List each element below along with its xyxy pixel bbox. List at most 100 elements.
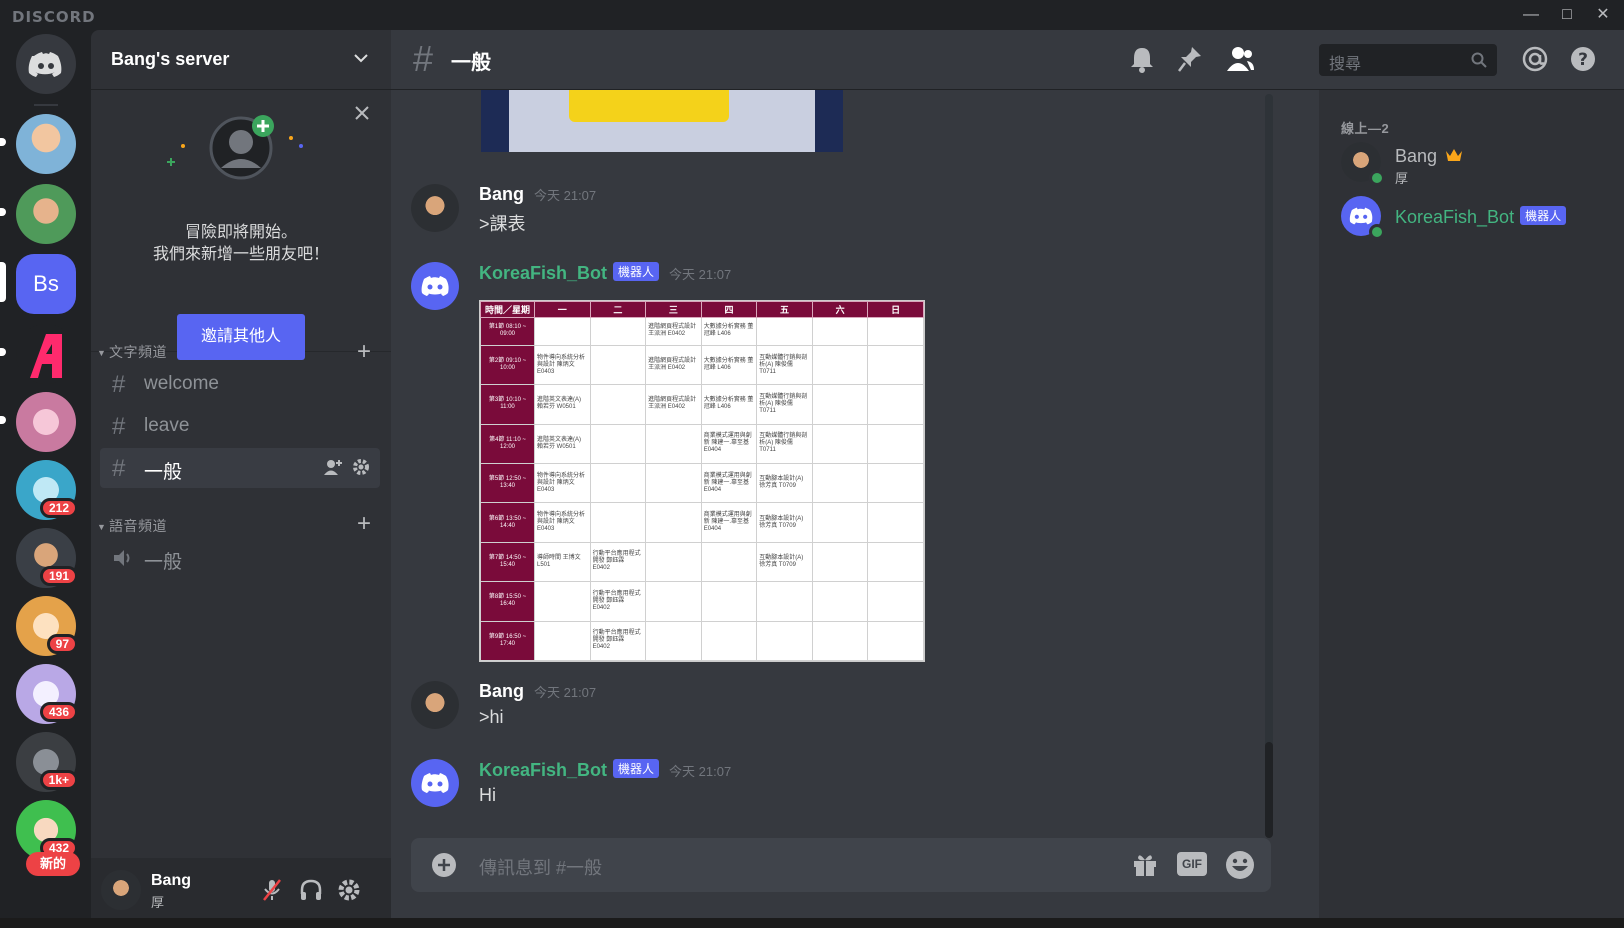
schedule-table: 時間／星期 一 二 三 四 五 六 日 第1節 08:10 ~ 09:00 進階網…: [480, 301, 924, 662]
schedule-time-slot: 第7節 14:50 ~ 15:40: [480, 541, 535, 583]
search-box[interactable]: 搜尋: [1319, 44, 1497, 76]
mute-microphone-icon[interactable]: [261, 878, 283, 902]
avatar[interactable]: [411, 681, 459, 729]
create-voice-channel-button[interactable]: +: [357, 512, 371, 536]
schedule-cell: [811, 317, 869, 346]
schedule-row: 第5節 12:50 ~ 13:40 物件導向系統分析與設計 陳炳文 E0403 商業…: [480, 463, 924, 504]
schedule-header-cell: 一: [534, 301, 591, 318]
schedule-cell: 商業模式運用與創新 陳建一.辜至基 E0404: [700, 502, 758, 543]
current-user-status: 厚: [151, 895, 165, 910]
unread-pip: [0, 138, 6, 146]
crown-icon: [1446, 149, 1463, 161]
guild-avatar-1[interactable]: [16, 114, 76, 174]
headphones-icon[interactable]: [299, 878, 323, 902]
channel-item-leave[interactable]: # leave: [100, 406, 380, 446]
guild-avatar-5[interactable]: [16, 392, 76, 452]
pin-icon[interactable]: [1177, 45, 1203, 73]
channel-header: # 一般 搜尋 ?: [391, 30, 1624, 90]
scrollbar-thumb[interactable]: [1265, 742, 1273, 838]
schedule-cell: [589, 502, 647, 543]
avatar[interactable]: [411, 184, 459, 232]
schedule-cell: [589, 317, 647, 346]
chat-scrollbar[interactable]: [1265, 94, 1273, 838]
emoji-icon[interactable]: [1225, 850, 1255, 880]
guild-avatar-2[interactable]: [16, 184, 76, 244]
message-author[interactable]: Bang: [479, 681, 524, 701]
schedule-time-slot: 第3節 10:10 ~ 11:00: [480, 384, 535, 425]
channel-name: 一般: [144, 552, 183, 573]
bell-icon[interactable]: [1129, 45, 1155, 73]
maximize-icon[interactable]: □: [1556, 4, 1578, 26]
schedule-cell: [867, 581, 924, 622]
avatar[interactable]: [411, 262, 459, 310]
channel-item-welcome[interactable]: # welcome: [100, 364, 380, 404]
schedule-cell: [534, 317, 591, 346]
guild-red-a[interactable]: [16, 324, 76, 384]
schedule-header-cell: 四: [700, 301, 758, 318]
new-messages-pill[interactable]: 新的: [26, 852, 80, 876]
schedule-cell: 商業模式運用與創新 陳建一.辜至基 E0404: [700, 463, 758, 504]
current-username: Bang: [151, 872, 191, 889]
schedule-cell: 物件導向系統分析與設計 陳炳文 E0403: [534, 463, 591, 504]
create-text-channel-button[interactable]: +: [357, 340, 371, 364]
schedule-cell: 進階英文表達(A) 賴若芬 W0501: [534, 423, 591, 465]
schedule-cell: [811, 502, 869, 543]
app-brand: DISCORD: [12, 8, 96, 26]
gear-icon[interactable]: [352, 458, 370, 476]
close-icon[interactable]: [353, 104, 371, 122]
minimize-icon[interactable]: —: [1520, 4, 1542, 26]
channel-item-general[interactable]: # 一般: [100, 448, 380, 488]
schedule-row: 第1節 08:10 ~ 09:00 進階網頁程式設計 王派洲 E0402 大數據分析…: [480, 317, 924, 346]
voice-category-header[interactable]: ▼ 語音頻道: [97, 516, 167, 536]
schedule-cell: [867, 502, 924, 543]
avatar[interactable]: [101, 870, 141, 910]
home-button[interactable]: [16, 34, 76, 94]
guild-bs[interactable]: Bs: [16, 254, 76, 314]
schedule-row: 第9節 16:50 ~ 17:40 行動平台應用程式開發 鄭鈺霖 E0402: [480, 620, 924, 662]
member-item[interactable]: Bang 厚: [1341, 142, 1611, 192]
search-input[interactable]: 搜尋: [1329, 50, 1361, 74]
schedule-header-cell: 六: [811, 301, 869, 318]
schedule-header-cell: 二: [589, 301, 647, 318]
gift-icon[interactable]: [1131, 850, 1159, 878]
message-author[interactable]: KoreaFish_Bot: [479, 760, 607, 780]
bot-tag: 機器人: [1520, 206, 1567, 225]
invite-people-button[interactable]: 邀請其他人: [177, 314, 305, 360]
channel-sidebar: Bang's server 冒險即將開始。 我們來新增一些朋友吧！ 邀請其他人 …: [91, 30, 391, 928]
schedule-cell: 互動媒體行銷與剖析(A) 陳俊儒 T0711: [756, 423, 813, 465]
schedule-cell: [811, 620, 869, 662]
schedule-cell: 行動平台應用程式開發 鄭鈺霖 E0402: [589, 541, 647, 583]
previous-image-attachment[interactable]: [481, 90, 843, 152]
mentions-at-icon[interactable]: [1521, 45, 1549, 73]
server-header[interactable]: Bang's server: [91, 30, 391, 90]
schedule-cell: [811, 384, 869, 425]
create-invite-icon[interactable]: [323, 458, 343, 476]
svg-text:?: ?: [1578, 50, 1588, 70]
schedule-row: 第7節 14:50 ~ 15:40 導師時間 王博文 L501 行動平台應用程式開發…: [480, 541, 924, 583]
schedule-cell: [645, 502, 702, 543]
avatar[interactable]: [411, 759, 459, 807]
message-author[interactable]: Bang: [479, 184, 524, 204]
member-name: KoreaFish_Bot: [1395, 207, 1515, 227]
schedule-cell: 行動平台應用程式開發 鄭鈺霖 E0402: [589, 620, 647, 662]
text-category-header[interactable]: ▼ 文字頻道: [97, 342, 167, 362]
mention-badge: 191: [39, 566, 78, 586]
help-icon[interactable]: ?: [1569, 45, 1597, 73]
unread-pip: [0, 348, 6, 356]
close-window-icon[interactable]: ✕: [1592, 4, 1614, 26]
gif-button[interactable]: GIF: [1177, 852, 1207, 876]
member-list-icon[interactable]: [1225, 45, 1255, 73]
channel-name: leave: [144, 415, 190, 436]
schedule-header-cell: 時間／星期: [480, 301, 535, 318]
message-timestamp: 今天 21:07: [534, 685, 597, 700]
message-input[interactable]: 傳訊息到 #一般: [479, 854, 602, 880]
message-author[interactable]: KoreaFish_Bot: [479, 263, 607, 283]
schedule-image-attachment[interactable]: 時間／星期 一 二 三 四 五 六 日 第1節 08:10 ~ 09:00 進階網…: [479, 300, 925, 662]
message-content: >課表: [479, 214, 526, 234]
upload-plus-icon[interactable]: [431, 852, 457, 878]
schedule-cell: [700, 620, 758, 662]
voice-channel-general[interactable]: 一般: [100, 538, 380, 578]
schedule-cell: [867, 463, 924, 504]
user-settings-gear-icon[interactable]: [337, 878, 361, 902]
member-item[interactable]: KoreaFish_Bot 機器人: [1341, 196, 1611, 246]
